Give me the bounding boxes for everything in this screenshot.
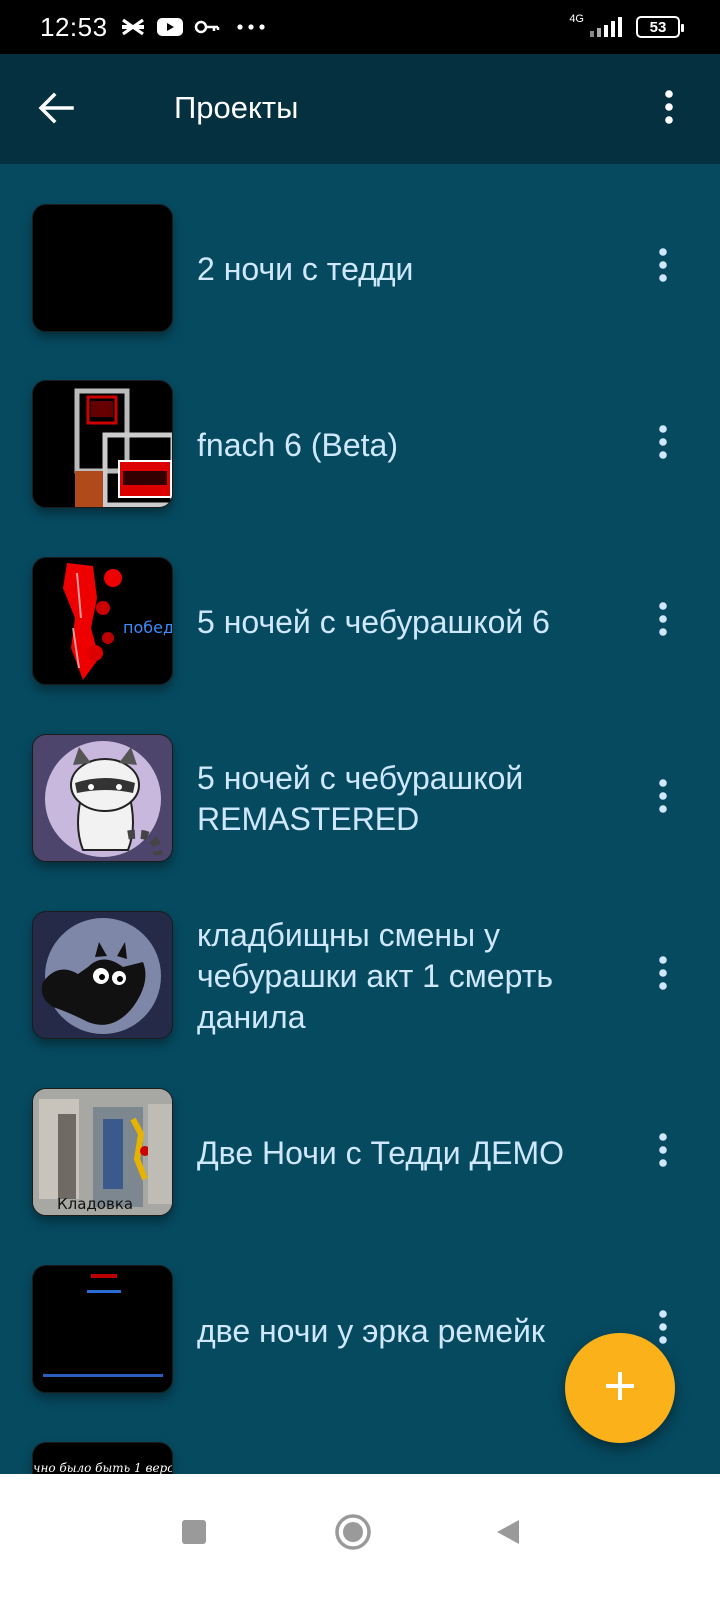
nav-back-button[interactable] [478,1504,538,1564]
project-list[interactable]: 2 ночи с тедди fnach 6 (Beta) побед 5 но… [0,164,720,1474]
project-title: 5 ночей с чебурашкой 6 [197,604,550,640]
more-vert-icon [658,955,668,995]
home-button[interactable] [323,1504,383,1564]
key-icon [194,16,220,38]
project-title: 2 ночи с тедди [197,251,414,287]
list-item[interactable]: победа? 5 ночей с чебурашкой 6 [0,546,720,722]
status-system-icons: 4G 53 [569,13,684,39]
network-type: 4G [569,13,584,25]
thumbnail-text: победа? [123,618,173,637]
more-vert-icon [658,424,668,464]
project-title: две ночи у эрка ремейк [197,1313,545,1349]
project-thumbnail [32,911,173,1039]
item-menu-button[interactable] [648,773,678,823]
battery-icon: 53 [636,16,684,38]
list-item[interactable]: fnach 6 (Beta) [0,369,720,545]
more-vert-icon [658,1132,668,1172]
status-notification-icons [120,16,266,38]
list-item[interactable]: Кладовка Две Ночи с Тедди ДЕМО [0,1077,720,1253]
list-item[interactable]: 2 ночи с тедди [0,192,720,368]
project-title: кладбищны смены у чебурашки акт 1 смерть… [197,917,554,1035]
back-button[interactable] [34,88,78,132]
more-vert-icon [658,247,668,287]
project-thumbnail [32,734,173,862]
item-menu-button[interactable] [648,242,678,292]
home-circle-icon [334,1513,372,1556]
more-vert-icon [658,778,668,818]
youtube-icon [156,16,184,38]
more-vert-icon [664,89,674,129]
item-menu-button[interactable] [648,596,678,646]
page-title: Проекты [174,90,299,125]
add-project-button[interactable] [565,1333,675,1443]
project-thumbnail [32,204,173,332]
project-title: Две Ночи с Тедди ДЕМО [197,1135,565,1171]
project-thumbnail: Кладовка [32,1088,173,1216]
recents-square-icon [181,1519,207,1550]
status-bar: 12:53 4G 53 [0,0,720,54]
thumbnail-text: Кладовка [57,1195,134,1213]
more-vert-icon [658,1309,668,1349]
list-item[interactable]: 5 ночей с чебурашкой REMASTERED [0,723,720,899]
project-title: fnach 6 (Beta) [197,427,398,463]
recents-button[interactable] [164,1504,224,1564]
back-triangle-icon [495,1518,521,1551]
plus-icon [603,1369,637,1408]
item-menu-button[interactable] [648,950,678,1000]
more-vert-icon [658,601,668,641]
capcut-icon [120,16,146,38]
project-thumbnail: чно было быть 1 версия п [32,1442,173,1474]
project-thumbnail [32,380,173,508]
arrow-back-icon [38,92,74,129]
item-menu-button[interactable] [648,1127,678,1177]
project-title: 5 ночей с чебурашкой REMASTERED [197,760,524,837]
more-dots-icon [236,23,266,31]
signal-icon [588,15,628,39]
thumbnail-text: чно было быть 1 версия п [33,1461,172,1474]
project-thumbnail [32,1265,173,1393]
list-item[interactable]: кладбищны смены у чебурашки акт 1 смерть… [0,900,720,1076]
status-time: 12:53 [40,11,108,42]
system-nav-bar [0,1474,720,1600]
overflow-menu-button[interactable] [654,86,684,132]
app-bar: Проекты [0,54,720,164]
project-thumbnail: победа? [32,557,173,685]
item-menu-button[interactable] [648,419,678,469]
